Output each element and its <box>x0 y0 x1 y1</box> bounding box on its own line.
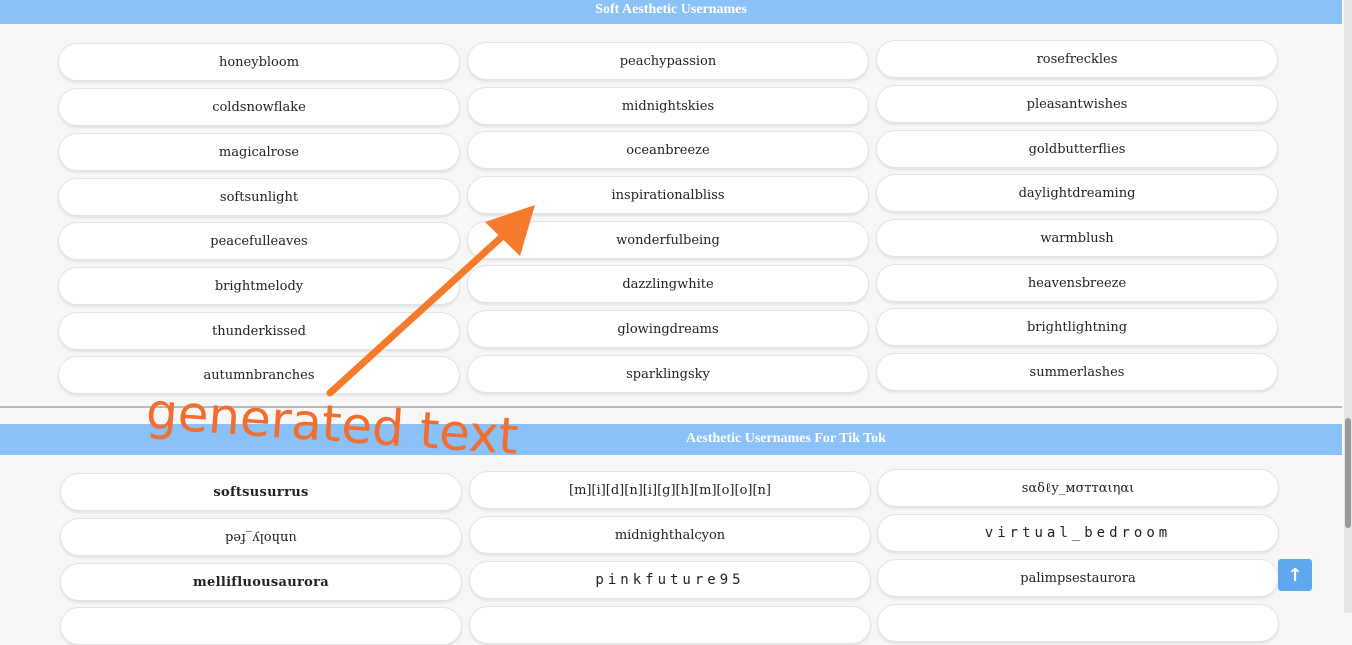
orange-arrow-icon <box>326 205 535 397</box>
page: Soft Aesthetic Usernames honeybloom cold… <box>0 0 1352 645</box>
scrollbar-thumb[interactable] <box>1345 418 1351 528</box>
arrow-up-icon: ↑ <box>1287 564 1303 586</box>
back-to-top-button[interactable]: ↑ <box>1278 559 1312 591</box>
